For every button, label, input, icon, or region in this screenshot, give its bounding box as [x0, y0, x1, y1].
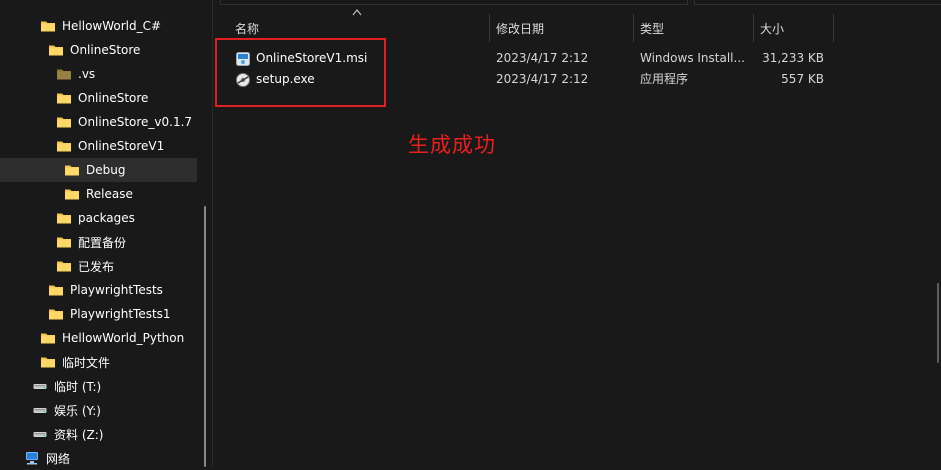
sidebar-item-label: Release — [86, 187, 133, 201]
folder-icon — [56, 234, 72, 250]
sidebar-item-4[interactable]: OnlineStore_v0.1.7 — [0, 110, 197, 134]
sidebar-item-14[interactable]: 临时文件 — [0, 350, 197, 374]
sidebar-item-17[interactable]: 资料 (Z:) — [0, 422, 197, 446]
column-header-size[interactable]: 大小 — [754, 14, 833, 42]
folder-icon — [56, 114, 72, 130]
file-type: Windows Install... — [640, 51, 745, 65]
drive-icon — [32, 378, 48, 394]
folder-icon — [56, 210, 72, 226]
sidebar-item-label: packages — [78, 211, 135, 225]
sidebar-item-label: 网络 — [46, 451, 71, 466]
column-separator[interactable] — [833, 14, 834, 42]
folder-icon — [56, 258, 72, 274]
navigation-pane: HellowWorld_C# OnlineStore .vs OnlineStore O… — [0, 0, 212, 467]
folder-icon — [56, 138, 72, 154]
column-header-type[interactable]: 类型 — [634, 14, 753, 42]
sidebar-item-label: OnlineStore_v0.1.7 — [78, 115, 193, 129]
sidebar-item-label: HellowWorld_Python — [62, 331, 185, 345]
folder-icon — [40, 354, 56, 370]
sidebar-item-label: OnlineStore — [78, 91, 149, 105]
column-header-date[interactable]: 修改日期 — [490, 14, 633, 42]
column-header-name-label: 名称 — [235, 21, 260, 36]
folder-icon — [48, 306, 64, 322]
folder-icon — [64, 186, 80, 202]
folder-icon — [40, 330, 56, 346]
column-header-type-label: 类型 — [640, 21, 665, 36]
sidebar-item-6[interactable]: Debug — [0, 158, 197, 182]
sidebar-item-label: HellowWorld_C# — [62, 19, 162, 33]
sidebar-item-label: 已发布 — [78, 259, 115, 274]
sidebar-item-label: .vs — [78, 67, 96, 81]
sidebar-item-7[interactable]: Release — [0, 182, 197, 206]
file-type: 应用程序 — [640, 72, 689, 86]
sidebar-item-8[interactable]: packages — [0, 206, 197, 230]
sidebar-item-label: PlaywrightTests — [70, 283, 163, 297]
sidebar-item-15[interactable]: 临时 (T:) — [0, 374, 197, 398]
sidebar-item-label: 临时文件 — [62, 355, 111, 370]
sidebar-item-label: 资料 (Z:) — [54, 427, 104, 442]
sidebar-item-5[interactable]: OnlineStoreV1 — [0, 134, 197, 158]
sidebar-item-10[interactable]: 已发布 — [0, 254, 197, 278]
sidebar-item-label: OnlineStoreV1 — [78, 139, 165, 153]
column-header-size-label: 大小 — [760, 21, 785, 36]
sidebar-item-16[interactable]: 娱乐 (Y:) — [0, 398, 197, 422]
folder-icon — [56, 90, 72, 106]
file-date: 2023/4/17 2:12 — [496, 51, 589, 65]
sidebar-item-9[interactable]: 配置备份 — [0, 230, 197, 254]
file-size: 31,233 KB — [762, 51, 824, 65]
sidebar-item-12[interactable]: PlaywrightTests1 — [0, 302, 197, 326]
sidebar-item-1[interactable]: OnlineStore — [0, 38, 197, 62]
file-size: 557 KB — [781, 72, 824, 86]
folder-icon — [40, 18, 56, 34]
network-icon — [24, 450, 40, 466]
sidebar-item-label: 配置备份 — [78, 235, 127, 250]
pane-divider[interactable] — [212, 0, 213, 467]
sidebar-item-2[interactable]: .vs — [0, 62, 197, 86]
folder-icon — [48, 282, 64, 298]
folder-icon — [48, 42, 64, 58]
file-date: 2023/4/17 2:12 — [496, 72, 589, 86]
sidebar-item-13[interactable]: HellowWorld_Python — [0, 326, 197, 350]
sidebar-scrollbar[interactable] — [204, 206, 206, 467]
folder-icon — [64, 162, 80, 178]
toolbar-edge-right — [694, 0, 941, 5]
sidebar-item-label: PlaywrightTests1 — [70, 307, 171, 321]
drive-icon — [32, 402, 48, 418]
sidebar-item-3[interactable]: OnlineStore — [0, 86, 197, 110]
sidebar-item-11[interactable]: PlaywrightTests — [0, 278, 197, 302]
column-header-date-label: 修改日期 — [496, 21, 545, 36]
toolbar-edge-left — [220, 0, 688, 5]
folder-icon — [56, 66, 72, 82]
sidebar-item-label: 临时 (T:) — [54, 379, 102, 394]
drive-icon — [32, 426, 48, 442]
content-scrollbar[interactable] — [937, 283, 939, 363]
sidebar-item-0[interactable]: HellowWorld_C# — [0, 14, 197, 38]
sidebar-item-label: Debug — [86, 163, 126, 177]
sidebar-item-18[interactable]: 网络 — [0, 446, 197, 470]
sidebar-item-label: 娱乐 (Y:) — [54, 403, 101, 418]
sidebar-item-label: OnlineStore — [70, 43, 141, 57]
highlight-box — [215, 38, 386, 107]
success-annotation: 生成成功 — [408, 133, 496, 157]
